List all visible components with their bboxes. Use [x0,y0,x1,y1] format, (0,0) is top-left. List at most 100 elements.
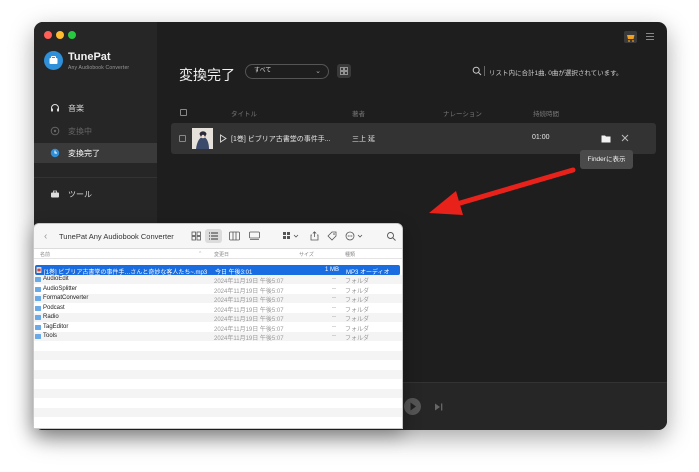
finder-column-kind[interactable]: 種類 [345,251,355,258]
file-name: Tools [43,333,58,339]
finder-row[interactable]: AudioEdit 2024年11月19日 午後5:07 -- フォルダ [34,274,402,285]
empty-row [34,360,402,370]
converting-icon [50,126,60,136]
toolbox-icon [51,190,59,198]
play-button[interactable] [404,398,421,415]
file-name: TagEditor [43,323,69,330]
album-art [192,128,213,149]
app-subtitle: Any Audiobook Converter [68,65,130,71]
finder-row[interactable]: FormatConverter 2024年11月19日 午後5:07 -- フォルダ [34,293,402,304]
grid-icon [340,67,348,75]
column-header-narration: ナレーション [443,111,482,118]
close-icon[interactable] [620,133,630,143]
app-logo-icon [44,51,63,70]
empty-row [34,417,402,427]
empty-row [34,398,402,408]
share-icon[interactable] [309,231,320,241]
sidebar-item-label: 音楽 [68,103,84,113]
empty-row [34,369,402,379]
empty-row [34,388,402,398]
file-name: FormatConverter [43,295,89,301]
finder-row[interactable]: Radio 2024年11月19日 午後5:07 -- フォルダ [34,312,402,323]
finder-title: TunePat Any Audiobook Converter [59,232,174,241]
group-menu-icon[interactable] [282,231,300,241]
file-size: -- [332,333,336,339]
finder-row-selected[interactable]: [1巻] ビブリア古書堂の事件手…さんと奇妙な客人たち~.mp3 今日 午後3:0… [35,265,400,276]
play-icon[interactable] [219,134,227,143]
file-size: -- [332,276,336,282]
column-header-duration: 持続時間 [533,111,559,118]
finder-row[interactable]: TagEditor 2024年11月19日 午後5:07 -- フォルダ [34,322,402,333]
file-size: -- [332,304,336,311]
cart-icon [627,35,635,42]
status-text: リスト内に合計1曲, 0曲が選択されています。 [489,70,623,77]
finder-row[interactable]: AudioSplitter 2024年11月19日 午後5:07 -- フォルダ [34,284,402,295]
search-icon[interactable] [386,231,397,241]
file-name: Podcast [43,304,65,311]
track-author: 三上 延 [352,136,375,143]
finder-window: ‹ TunePat Any Audiobook Converter 名前 ^ 変… [33,223,403,429]
gallery-view-icon[interactable] [249,231,260,241]
empty-row [34,379,402,389]
empty-row [34,350,402,360]
file-size: -- [332,323,336,330]
minimize-window-button[interactable] [56,31,64,39]
file-name: AudioEdit [43,276,69,282]
icon-view-icon[interactable] [191,231,202,241]
grid-view-button[interactable] [337,64,351,78]
menu-icon[interactable] [646,32,654,41]
file-size: -- [332,295,336,301]
empty-row [34,407,402,417]
finder-tooltip: Finderに表示 [580,150,633,169]
finder-header-divider [34,258,402,259]
sidebar-item-label: 変換中 [68,126,92,136]
back-chevron-icon[interactable]: ‹ [44,231,47,242]
finder-column-name[interactable]: 名前 [40,251,50,258]
sidebar-item-tools[interactable]: ツール [34,184,157,204]
sidebar-item-converting[interactable]: 変換中 [34,121,157,141]
finder-row[interactable]: Podcast 2024年11月19日 午後5:07 -- フォルダ [34,303,402,314]
folder-icon[interactable] [601,134,611,143]
close-window-button[interactable] [44,31,52,39]
next-track-icon[interactable] [434,403,443,411]
app-name: TunePat [68,51,111,63]
column-header-author: 著者 [352,111,365,118]
finder-column-date[interactable]: 変更日 [214,251,229,258]
track-title: [1巻] ビブリア古書堂の事件手... [231,136,331,143]
empty-row [34,341,402,351]
cart-button[interactable] [624,31,637,43]
file-size: 1 MB [325,266,340,273]
sidebar-item-music[interactable]: 音楽 [34,98,157,118]
chevron-up-icon: ^ [199,251,202,257]
file-size: -- [332,314,336,320]
filter-value: すべて [254,68,272,74]
column-view-icon[interactable] [229,231,240,241]
select-all-checkbox[interactable] [180,109,187,116]
file-name: AudioSplitter [43,285,78,292]
row-checkbox[interactable] [179,135,186,142]
track-duration: 01:00 [532,134,550,141]
folder-icon [35,305,41,311]
sidebar-item-label: 変換完了 [68,148,100,158]
more-actions-icon[interactable] [345,231,365,241]
column-header-title: タイトル [231,111,257,118]
list-view-icon [209,232,218,240]
zoom-window-button[interactable] [68,31,76,39]
tag-icon[interactable] [327,231,338,241]
finder-row[interactable]: Tools 2024年11月19日 午後5:07 -- フォルダ [34,331,402,342]
search-icon[interactable] [472,66,482,76]
filter-dropdown[interactable]: すべて ⌄ [245,64,329,79]
page-title: 変換完了 [179,67,235,83]
sidebar-divider [34,177,157,178]
headphones-icon [51,104,59,112]
sidebar-item-converted[interactable]: 変換完了 [34,143,157,163]
audio-file-icon [36,266,42,273]
list-view-button[interactable] [205,229,222,243]
sidebar-item-label: ツール [68,189,92,199]
play-icon [410,402,416,411]
folder-icon [35,324,41,330]
folder-icon [35,286,41,292]
divider [484,66,485,76]
finder-column-size[interactable]: サイズ [299,251,314,258]
file-size: -- [332,285,336,292]
